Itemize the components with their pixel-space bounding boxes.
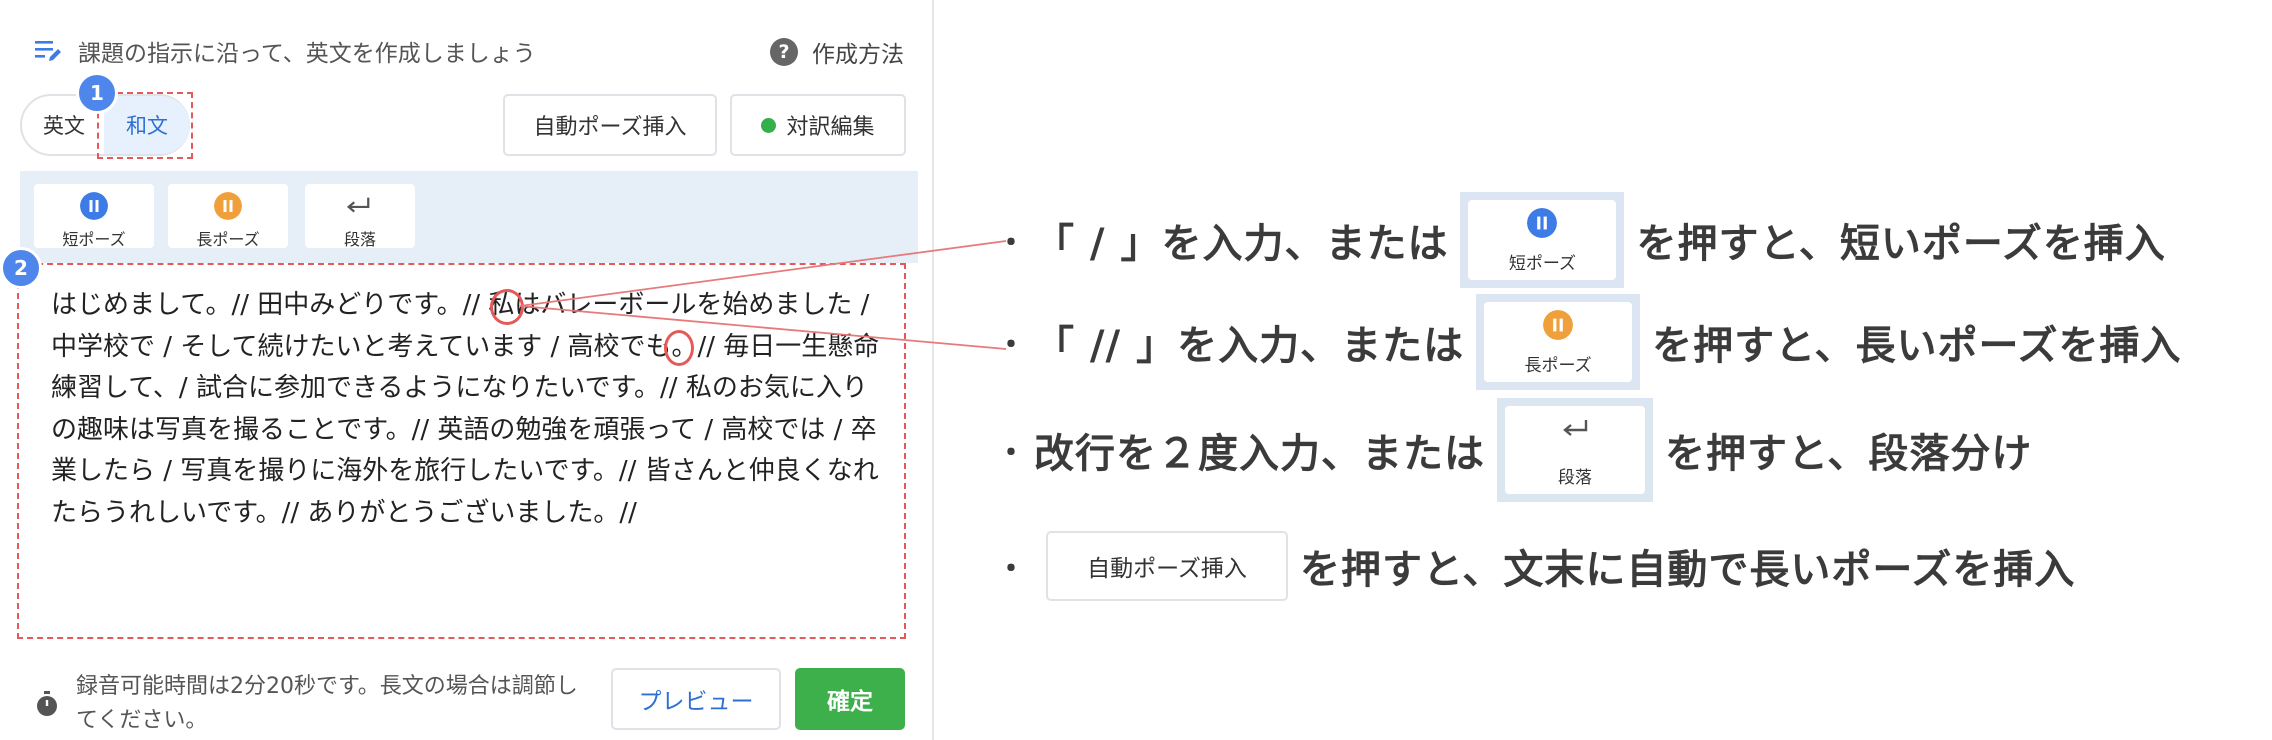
sample-short-pause-label: 短ポーズ: [1508, 254, 1577, 274]
auto-pause-button[interactable]: 自動ポーズ挿入: [503, 94, 717, 156]
sample-long-pause-icon: [1543, 310, 1574, 340]
legend-paragraph: ・ 改行を２度入力、または 段落 を押すと、段落分け: [996, 398, 2033, 502]
text-editor[interactable]: はじめまして。// 田中みどりです。// 私はバレーボールを始めました / 中学…: [17, 263, 906, 639]
sample-auto-pause-button: 自動ポーズ挿入: [1046, 531, 1288, 601]
instruction-text: 課題の指示に沿って、英文を作成しましょう: [78, 41, 536, 67]
legend-long-before: 「 // 」を入力、または: [1034, 323, 1465, 369]
preview-button[interactable]: プレビュー: [611, 668, 781, 730]
long-pause-icon: [214, 192, 242, 220]
parallel-edit-button[interactable]: 対訳編集: [730, 94, 906, 156]
legend-short-before: 「 / 」を入力、または: [1034, 221, 1449, 267]
parallel-edit-label: 対訳編集: [786, 115, 875, 140]
sample-long-pause-button: 長ポーズ: [1476, 294, 1641, 390]
status-dot-icon: [761, 117, 777, 133]
sample-short-pause-icon: [1527, 208, 1558, 238]
sample-paragraph-button: 段落: [1497, 398, 1653, 502]
long-pause-label: 長ポーズ: [196, 230, 260, 249]
annotation-marker-1: 1: [76, 72, 118, 114]
pause-toolbar: 短ポーズ 長ポーズ 段落: [20, 171, 918, 263]
edit-list-icon: [35, 41, 61, 61]
legend-bullet: ・: [996, 226, 1026, 261]
highlight-circle-long-pause: [490, 289, 524, 325]
highlight-circle-short-pause: [664, 330, 694, 366]
return-arrow-icon: [346, 197, 370, 213]
legend-long-pause: ・ 「 // 」を入力、または 長ポーズ を押すと、長いポーズを挿入: [996, 292, 2181, 392]
editor-text: はじめまして。// 田中みどりです。// 私はバレーボールを始めました / 中学…: [51, 290, 880, 528]
legend-auto-pause: ・ 自動ポーズ挿入 を押すと、文末に自動で長いポーズを挿入: [996, 516, 2075, 616]
short-pause-button[interactable]: 短ポーズ: [34, 184, 154, 249]
legend-bullet: ・: [996, 436, 1026, 471]
sample-short-pause-button: 短ポーズ: [1460, 192, 1625, 288]
confirm-button[interactable]: 確定: [795, 668, 905, 730]
legend-short-pause: ・ 「 / 」を入力、または 短ポーズ を押すと、短いポーズを挿入: [996, 190, 2166, 290]
sample-long-pause-label: 長ポーズ: [1524, 356, 1592, 376]
editor-panel: 課題の指示に沿って、英文を作成しましょう ? 作成方法 英文 和文 1 自動ポー…: [0, 0, 934, 740]
legend-short-after: を押すと、短いポーズを挿入: [1636, 221, 2166, 267]
annotation-marker-2: 2: [0, 247, 42, 289]
stopwatch-icon: [37, 691, 57, 716]
paragraph-label: 段落: [343, 230, 376, 249]
short-pause-label: 短ポーズ: [62, 230, 126, 249]
sample-return-arrow-icon: [1563, 420, 1588, 436]
long-pause-button[interactable]: 長ポーズ: [168, 184, 288, 249]
legend-paragraph-after: を押すと、段落分け: [1665, 431, 2033, 477]
sample-paragraph-label: 段落: [1558, 468, 1592, 488]
legend-bullet: ・: [996, 552, 1026, 587]
howto-label: 作成方法: [812, 42, 904, 68]
help-icon: ?: [770, 38, 798, 66]
paragraph-button[interactable]: 段落: [305, 184, 415, 249]
legend-bullet: ・: [996, 328, 1026, 363]
instruction-row: 課題の指示に沿って、英文を作成しましょう ? 作成方法: [34, 30, 904, 74]
recording-time-note: 録音可能時間は2分20秒です。長文の場合は調節してください。: [76, 674, 578, 733]
short-pause-icon: [80, 192, 108, 220]
legend-long-after: を押すと、長いポーズを挿入: [1652, 323, 2182, 369]
legend-auto-after: を押すと、文末に自動で長いポーズを挿入: [1300, 547, 2076, 593]
howto-link[interactable]: ? 作成方法: [770, 32, 904, 72]
legend-paragraph-before: 改行を２度入力、または: [1034, 431, 1485, 477]
